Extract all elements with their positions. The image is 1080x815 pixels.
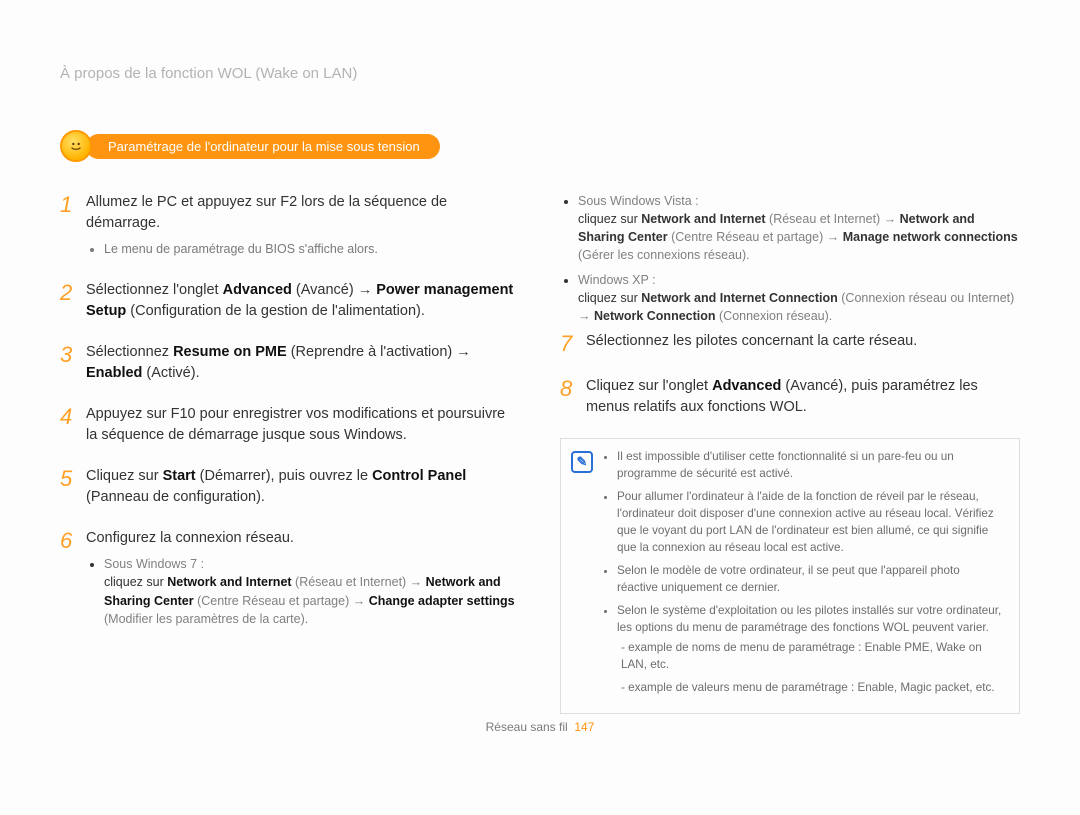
note-item: Selon le système d'exploitation ou les p… bbox=[617, 603, 1003, 698]
note-sub-item: example de valeurs menu de paramétrage :… bbox=[621, 680, 1003, 697]
os-instructions-win7: Sous Windows 7 : cliquez sur Network and… bbox=[104, 555, 520, 628]
step-number: 8 bbox=[560, 373, 586, 422]
step-text: Cliquez sur Start (Démarrer), puis ouvre… bbox=[86, 466, 520, 508]
right-column: Sous Windows Vista : cliquez sur Network… bbox=[560, 192, 1020, 714]
step-4: 4 Appuyez sur F10 pour enregistrer vos m… bbox=[60, 404, 520, 450]
step-number: 6 bbox=[60, 525, 86, 634]
step-number: 4 bbox=[60, 401, 86, 450]
step-3: 3 Sélectionnez Resume on PME (Reprendre … bbox=[60, 342, 520, 388]
os-label: Windows XP : bbox=[578, 273, 656, 287]
step-2: 2 Sélectionnez l'onglet Advanced (Avancé… bbox=[60, 280, 520, 326]
step-text: Sélectionnez les pilotes concernant la c… bbox=[586, 331, 1020, 352]
note-sub-item: example de noms de menu de paramétrage :… bbox=[621, 640, 1003, 674]
note-item: Il est impossible d'utiliser cette fonct… bbox=[617, 449, 1003, 483]
step-7: 7 Sélectionnez les pilotes concernant la… bbox=[560, 331, 1020, 360]
left-column: 1 Allumez le PC et appuyez sur F2 lors d… bbox=[60, 192, 520, 714]
page-footer: Réseau sans fil 147 bbox=[60, 720, 1020, 734]
note-item: Selon le modèle de votre ordinateur, il … bbox=[617, 563, 1003, 597]
pencil-note-icon: ✎ bbox=[571, 451, 593, 473]
step-number: 7 bbox=[560, 328, 586, 360]
os-instructions-vista: Sous Windows Vista : cliquez sur Network… bbox=[578, 192, 1020, 265]
smiley-icon bbox=[60, 130, 92, 162]
step-text: Appuyez sur F10 pour enregistrer vos mod… bbox=[86, 404, 520, 446]
step-text: Sélectionnez Resume on PME (Reprendre à … bbox=[86, 342, 520, 384]
step-8: 8 Cliquez sur l'onglet Advanced (Avancé)… bbox=[560, 376, 1020, 422]
step-number: 1 bbox=[60, 189, 86, 264]
step-text: Sélectionnez l'onglet Advanced (Avancé) … bbox=[86, 280, 520, 322]
breadcrumb: À propos de la fonction WOL (Wake on LAN… bbox=[60, 65, 1020, 82]
footer-section-label: Réseau sans fil bbox=[486, 720, 568, 734]
os-label: Sous Windows Vista : bbox=[578, 194, 699, 208]
step-text: Cliquez sur l'onglet Advanced (Avancé), … bbox=[586, 376, 1020, 418]
step-6: 6 Configurez la connexion réseau. Sous W… bbox=[60, 528, 520, 634]
os-label: Sous Windows 7 : bbox=[104, 557, 204, 571]
section-header-pill: Paramétrage de l'ordinateur pour la mise… bbox=[86, 134, 440, 159]
step-sub-bullet: Le menu de paramétrage du BIOS s'affiche… bbox=[104, 240, 520, 258]
section-header: Paramétrage de l'ordinateur pour la mise… bbox=[60, 130, 1020, 162]
step-number: 5 bbox=[60, 463, 86, 512]
step-number: 2 bbox=[60, 277, 86, 326]
step-5: 5 Cliquez sur Start (Démarrer), puis ouv… bbox=[60, 466, 520, 512]
step-text: Configurez la connexion réseau. bbox=[86, 528, 520, 549]
step-text: Allumez le PC et appuyez sur F2 lors de … bbox=[86, 192, 520, 234]
os-instructions-xp: Windows XP : cliquez sur Network and Int… bbox=[578, 271, 1020, 325]
step-1: 1 Allumez le PC et appuyez sur F2 lors d… bbox=[60, 192, 520, 264]
note-box: ✎ Il est impossible d'utiliser cette fon… bbox=[560, 438, 1020, 715]
page-number: 147 bbox=[574, 720, 594, 734]
note-item: Pour allumer l'ordinateur à l'aide de la… bbox=[617, 489, 1003, 557]
step-number: 3 bbox=[60, 339, 86, 388]
